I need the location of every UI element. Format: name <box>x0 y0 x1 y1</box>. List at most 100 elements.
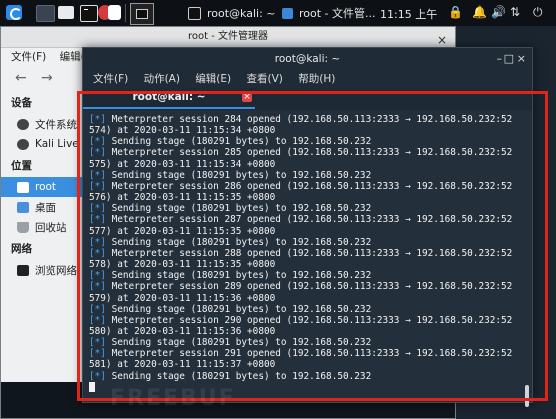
status-prefix: [*] <box>89 314 106 326</box>
lock-icon[interactable]: 🔒 <box>448 5 463 19</box>
terminal-window: root@kali: ~ – □ × 文件(F) 动作(A) 编辑(E) 查看(… <box>82 47 533 407</box>
taskbar-item-terminal[interactable]: root@kali: ~ <box>188 0 276 26</box>
network-monitor-icon <box>17 264 29 276</box>
line-text: Meterpreter session 289 opened (192.168.… <box>105 281 513 293</box>
terminal-line: [*] Sending stage (180291 bytes) to 192.… <box>89 337 519 348</box>
terminal-line: [*] Sending stage (180291 bytes) to 192.… <box>89 136 519 147</box>
terminal-line: [*] Meterpreter session 289 opened (192.… <box>89 281 519 292</box>
close-icon[interactable]: × <box>517 48 526 70</box>
status-prefix: [*] <box>89 114 106 125</box>
maximize-icon[interactable]: □ <box>504 48 514 70</box>
line-text: 576) at 2020-03-11 11:15:35 +0800 <box>89 192 276 204</box>
minimize-icon[interactable]: – <box>497 48 503 70</box>
menu-item-file[interactable]: 文件(F) <box>93 73 128 85</box>
kali-menu-icon[interactable] <box>6 5 22 20</box>
speaker-icon[interactable]: 🔊 <box>491 5 506 19</box>
home-folder-icon <box>17 181 29 193</box>
watermark: FREEBUF <box>110 386 236 411</box>
desktop-folder-icon <box>17 201 29 213</box>
line-text: 575) at 2020-03-11 11:15:34 +0800 <box>89 158 276 170</box>
scrollbar-thumb[interactable] <box>525 385 529 407</box>
panel-separator <box>125 4 126 22</box>
sidebar-section-devices: 设备 <box>11 97 32 109</box>
window-title: root@kali: ~ <box>274 53 341 65</box>
line-text: 581) at 2020-03-11 11:15:37 +0800 <box>89 359 276 371</box>
active-window-icon[interactable] <box>130 3 154 25</box>
line-text: Sending stage (180291 bytes) to 192.168.… <box>105 169 372 181</box>
line-text: Sending stage (180291 bytes) to 192.168.… <box>105 236 372 248</box>
sidebar-item-label: root <box>35 181 57 193</box>
sidebar-item-label: 回收站 <box>35 221 67 234</box>
terminal-output[interactable]: [*] Meterpreter session 284 opened (192.… <box>83 110 532 407</box>
terminal-line: 581) at 2020-03-11 11:15:37 +0800 <box>89 359 519 370</box>
tab-root-kali[interactable]: root@kali: ~ <box>83 88 255 109</box>
menu-item-action[interactable]: 动作(A) <box>144 73 180 85</box>
file-manager-sidebar: 设备 文件系统 Kali Live 位置 root 桌面 回收站 网络 浏览网络 <box>1 91 85 391</box>
status-prefix: [*] <box>89 169 106 181</box>
app-icon-2[interactable] <box>108 5 121 20</box>
status-prefix: [*] <box>89 180 106 192</box>
terminal-line: 574) at 2020-03-11 11:15:34 +0800 <box>89 125 519 136</box>
clock[interactable]: 11:15 上午 <box>380 6 437 22</box>
top-panel: root@kali: ~ root - 文件管... 11:15 上午 🔒 🔔 … <box>0 0 556 26</box>
line-text: 577) at 2020-03-11 11:15:35 +0800 <box>89 225 276 237</box>
terminal-icon <box>188 6 201 20</box>
sidebar-item-root[interactable]: root <box>1 177 85 197</box>
text-cursor <box>89 382 95 393</box>
line-text: Sending stage (180291 bytes) to 192.168.… <box>105 370 372 382</box>
sidebar-item-trash[interactable]: 回收站 <box>1 217 85 237</box>
line-text: 580) at 2020-03-11 11:15:36 +0800 <box>89 325 276 337</box>
terminal-tabbar: root@kali: ~ × <box>83 88 532 109</box>
sidebar-section-network: 网络 <box>11 243 32 255</box>
drive-icon <box>17 118 29 130</box>
terminal-line: [*] Sending stage (180291 bytes) to 192.… <box>89 304 519 315</box>
folder-icon <box>282 7 293 19</box>
sidebar-item-filesystem[interactable]: 文件系统 <box>1 114 85 134</box>
sidebar-item-label: 文件系统 <box>35 118 77 131</box>
line-text: Sending stage (180291 bytes) to 192.168.… <box>105 203 372 215</box>
terminal-titlebar[interactable]: root@kali: ~ – □ × <box>83 48 532 70</box>
power-icon[interactable]: ⏻ <box>533 5 543 20</box>
line-text: Sending stage (180291 bytes) to 192.168.… <box>105 136 372 148</box>
terminal-line: 580) at 2020-03-11 11:15:36 +0800 <box>89 326 519 337</box>
bell-icon[interactable]: 🔔 <box>472 5 487 19</box>
line-text: Meterpreter session 284 opened (192.168.… <box>105 114 513 125</box>
folder-icon[interactable] <box>58 6 74 19</box>
taskbar-item-file-manager[interactable]: root - 文件管... <box>282 0 376 26</box>
terminal-line: [*] Sending stage (180291 bytes) to 192.… <box>89 371 519 382</box>
line-text: Meterpreter session 287 opened (192.168.… <box>105 214 513 226</box>
sidebar-item-browse-network[interactable]: 浏览网络 <box>1 260 85 280</box>
taskbar-item-label: root@kali: ~ <box>207 6 276 20</box>
trash-icon <box>17 221 29 233</box>
line-text: 574) at 2020-03-11 11:15:34 +0800 <box>89 125 276 137</box>
menu-item-help[interactable]: 帮助(H) <box>298 73 335 85</box>
network-icon[interactable]: ⇅ <box>510 5 520 19</box>
status-prefix: [*] <box>89 214 106 226</box>
sidebar-item-label: 桌面 <box>35 201 56 214</box>
terminal-text: [*] Meterpreter session 284 opened (192.… <box>89 114 519 393</box>
forward-arrow-icon[interactable]: → <box>41 70 53 86</box>
workspace-icon[interactable] <box>36 5 55 22</box>
sidebar-item-kali-live[interactable]: Kali Live <box>1 134 85 154</box>
line-text: Meterpreter session 288 opened (192.168.… <box>105 247 513 259</box>
terminal-menubar: 文件(F) 动作(A) 编辑(E) 查看(V) 帮助(H) <box>83 70 532 88</box>
sidebar-section-places: 位置 <box>11 160 32 172</box>
status-prefix: [*] <box>89 303 106 315</box>
terminal-line: 578) at 2020-03-11 11:15:35 +0800 <box>89 259 519 270</box>
file-manager-titlebar[interactable]: root - 文件管理器 × <box>1 27 455 48</box>
tab-close-icon[interactable]: × <box>242 92 252 102</box>
status-prefix: [*] <box>89 348 106 360</box>
status-prefix: [*] <box>89 281 106 293</box>
line-text: Sending stage (180291 bytes) to 192.168.… <box>105 337 372 349</box>
menu-item-view[interactable]: 查看(V) <box>246 73 282 85</box>
status-prefix: [*] <box>89 147 106 159</box>
terminal-line: [*] Meterpreter session 286 opened (192.… <box>89 181 519 192</box>
menu-item-file[interactable]: 文件(F) <box>11 51 46 63</box>
menu-item-edit[interactable]: 编辑(E) <box>195 73 231 85</box>
back-arrow-icon[interactable]: ← <box>15 70 27 86</box>
status-prefix: [*] <box>89 203 106 215</box>
taskbar-item-label: root - 文件管... <box>299 7 376 20</box>
sidebar-item-desktop[interactable]: 桌面 <box>1 197 85 217</box>
terminal-icon[interactable] <box>80 5 98 22</box>
line-text: 578) at 2020-03-11 11:15:35 +0800 <box>89 259 276 271</box>
